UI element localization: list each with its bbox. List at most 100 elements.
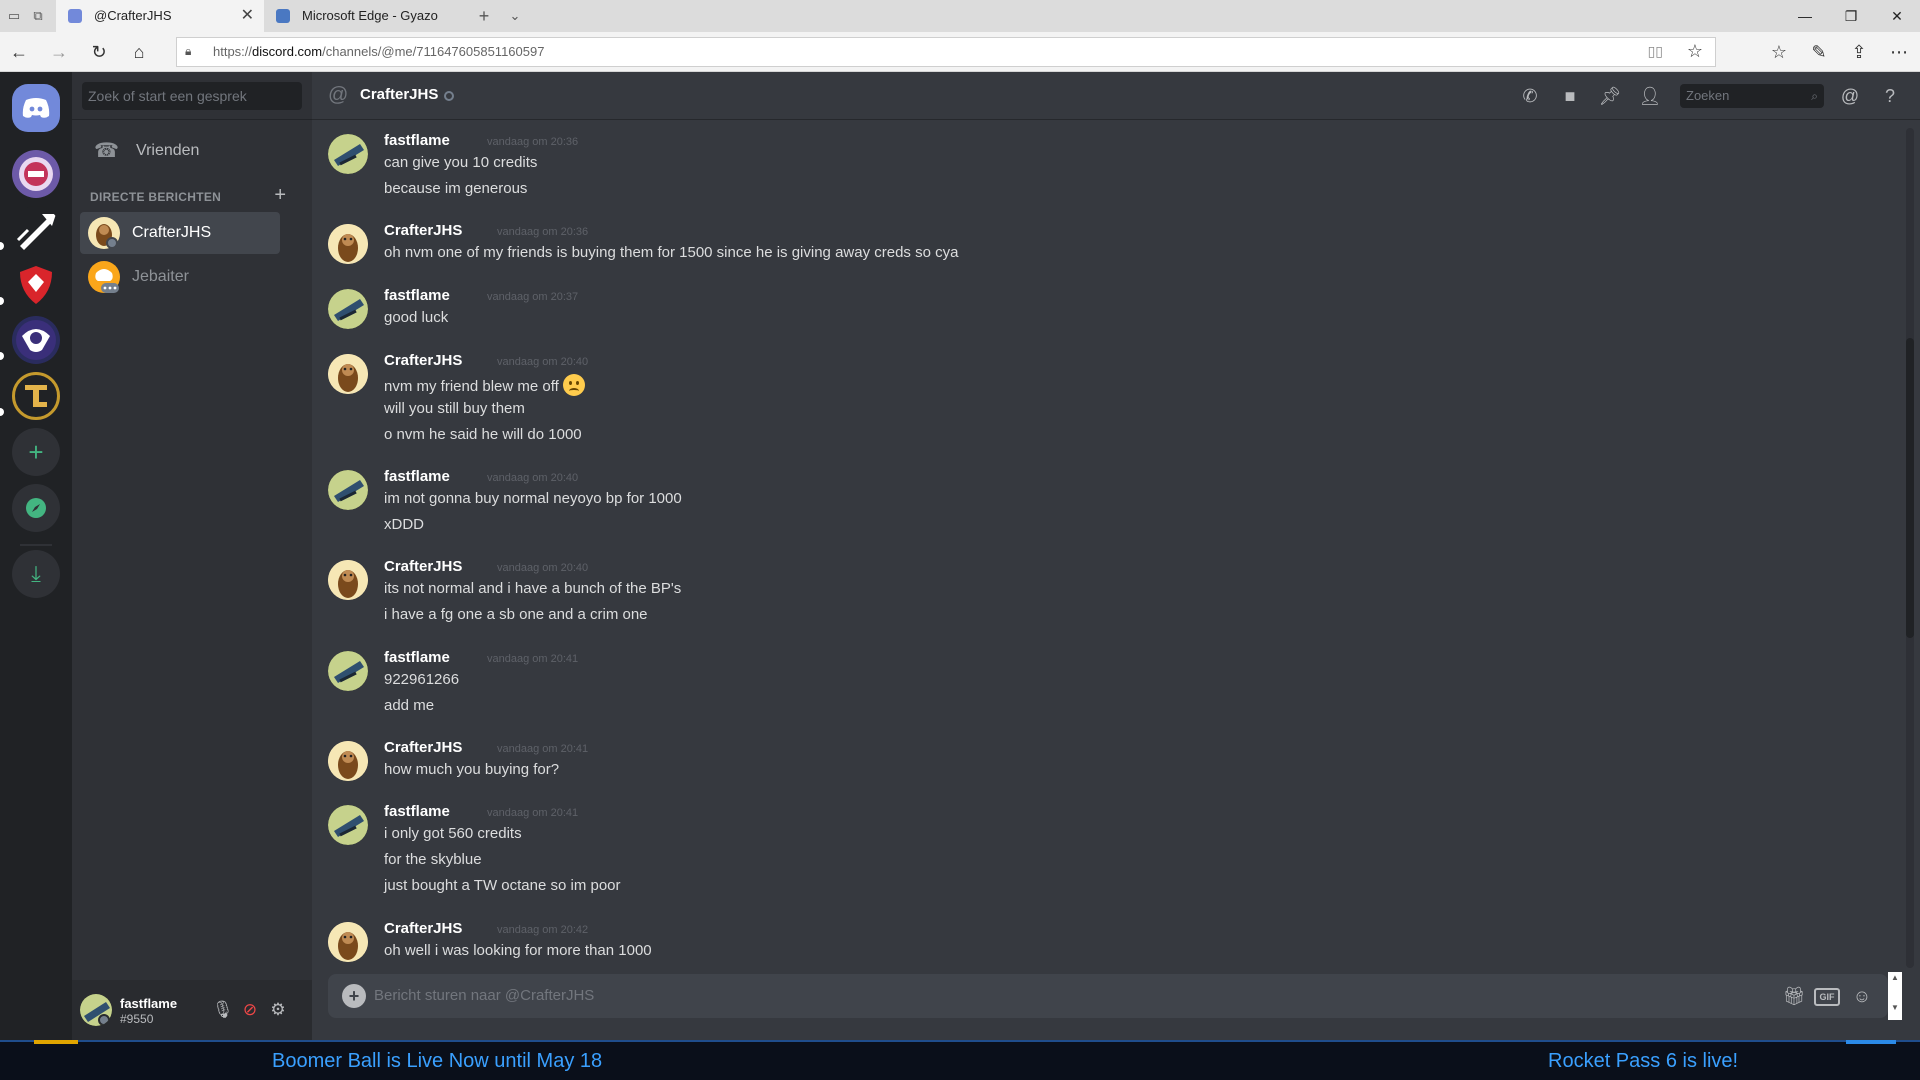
user-tag: #9550 [120, 1012, 154, 1026]
message-scrollbar[interactable] [1906, 128, 1914, 968]
emoji-picker-icon[interactable]: ☺ [1850, 984, 1874, 1008]
dm-search-input[interactable]: Zoek of start een gesprek [82, 82, 302, 110]
channel-search-input[interactable]: Zoeken ⌕ [1680, 84, 1824, 108]
tab-crafterjhs[interactable]: @CrafterJHS ✕ [56, 0, 264, 32]
message-author[interactable]: CrafterJHS [384, 739, 462, 756]
avatar[interactable] [328, 560, 368, 600]
friends-icon: ☎︎ [94, 140, 119, 162]
download-apps-button[interactable]: ⤓ [12, 550, 60, 598]
ad-left-text[interactable]: Boomer Ball is Live Now until May 18 [272, 1050, 602, 1073]
refresh-icon[interactable]: ↻ [88, 41, 110, 63]
avatar[interactable] [328, 470, 368, 510]
restore-icon[interactable]: ❐ [1828, 0, 1874, 32]
avatar[interactable] [80, 994, 112, 1026]
sad-face-emoji-icon [562, 374, 585, 396]
mute-microphone-icon[interactable]: 🎙︎ [212, 1000, 234, 1020]
deafen-headphones-icon[interactable]: ⊘ [240, 1000, 260, 1020]
gift-icon[interactable]: 🎁︎ [1782, 984, 1806, 1008]
guild-divider [20, 544, 52, 546]
message-author[interactable]: CrafterJHS [384, 352, 462, 369]
minimize-icon[interactable]: — [1782, 0, 1828, 32]
close-tab-icon[interactable]: ✕ [241, 0, 254, 32]
advertisement-banner[interactable]: Boomer Ball is Live Now until May 18 Roc… [0, 1040, 1920, 1080]
mentions-icon[interactable]: @ [1838, 84, 1862, 108]
help-icon[interactable]: ? [1878, 84, 1902, 108]
message-timestamp: vandaag om 20:41 [487, 807, 579, 819]
avatar[interactable] [328, 354, 368, 394]
message-timestamp: vandaag om 20:36 [497, 226, 589, 238]
tab-preview-chevron-icon[interactable]: ⌄ [505, 6, 525, 26]
message-author[interactable]: fastflame [384, 468, 450, 485]
address-bar[interactable]: 🔒︎ https://discord.com/channels/@me/7116… [176, 37, 1716, 67]
add-friends-to-dm-icon[interactable]: 👤︎ [1638, 84, 1662, 108]
message-timestamp: vandaag om 20:36 [487, 136, 579, 148]
scrollbar-thumb[interactable] [1906, 338, 1914, 638]
discord-home-button[interactable] [12, 84, 60, 132]
upload-plus-icon[interactable]: + [342, 984, 366, 1008]
avatar[interactable] [328, 922, 368, 962]
message-input-placeholder[interactable]: Bericht sturen naar @CrafterJHS [374, 974, 594, 1018]
server-list: + ⤓ [0, 72, 72, 1040]
pinned-messages-icon[interactable]: 📌︎ [1598, 84, 1622, 108]
discord-favicon-icon [68, 9, 82, 23]
web-note-icon[interactable]: ✎ [1808, 41, 1830, 63]
forward-icon[interactable]: → [48, 41, 70, 63]
set-aside-tabs-icon[interactable]: ▭ [4, 6, 24, 26]
message-text: xDDD [384, 516, 424, 533]
home-icon[interactable]: ⌂ [128, 41, 150, 63]
favorites-hub-icon[interactable]: ☆ [1768, 41, 1790, 63]
gif-button[interactable]: GIF [1814, 988, 1840, 1006]
server-icon-4[interactable] [12, 316, 60, 364]
start-voice-call-icon[interactable]: ✆ [1518, 84, 1542, 108]
new-tab-icon[interactable]: + [474, 6, 494, 26]
show-aside-tabs-icon[interactable]: ⧉ [28, 6, 48, 26]
dm-item-jebaiter[interactable]: Jebaiter [80, 256, 280, 298]
message-text: will you still buy them [384, 400, 525, 417]
message-text: o nvm he said he will do 1000 [384, 426, 582, 443]
server-icon-1[interactable] [12, 150, 60, 198]
create-dm-icon[interactable]: + [274, 184, 286, 207]
message-text: because im generous [384, 180, 528, 197]
chat-header: @ CrafterJHS ✆ ■ 📌︎ 👤︎ Zoeken ⌕ @ ? [312, 72, 1920, 120]
username: fastflame [120, 996, 178, 1011]
dm-sidebar: Zoek of start een gesprek ☎︎ Vrienden DI… [72, 72, 312, 1040]
back-icon[interactable]: ← [8, 41, 30, 63]
friends-nav-item[interactable]: ☎︎ Vrienden [80, 130, 304, 172]
message-author[interactable]: CrafterJHS [384, 558, 462, 575]
composer-scrollbar[interactable]: ▲ ▼ [1888, 972, 1902, 1020]
avatar[interactable] [328, 134, 368, 174]
favorite-star-icon[interactable]: ☆ [1687, 41, 1703, 62]
server-icon-3[interactable] [12, 260, 60, 308]
share-icon[interactable]: ⇪ [1848, 41, 1870, 63]
message-composer[interactable]: + Bericht sturen naar @CrafterJHS 🎁︎ GIF… [328, 974, 1888, 1018]
reading-view-icon[interactable]: ▯▯ [1648, 43, 1663, 60]
message-list: fastflame vandaag om 20:36 can give you 10… [312, 120, 1904, 980]
avatar[interactable] [328, 289, 368, 329]
chat-area: @ CrafterJHS ✆ ■ 📌︎ 👤︎ Zoeken ⌕ @ ? fast… [312, 72, 1920, 1040]
at-icon: @ [328, 84, 349, 106]
close-window-icon[interactable]: ✕ [1874, 0, 1920, 32]
more-menu-icon[interactable]: ⋯ [1888, 41, 1910, 63]
dm-item-crafterjhs[interactable]: CrafterJHS [80, 212, 280, 254]
avatar[interactable] [328, 741, 368, 781]
avatar[interactable] [328, 805, 368, 845]
start-video-call-icon[interactable]: ■ [1558, 84, 1582, 108]
friends-label: Vrienden [136, 142, 200, 159]
server-icon-2[interactable] [12, 206, 60, 254]
avatar[interactable] [328, 224, 368, 264]
message-author[interactable]: CrafterJHS [384, 920, 462, 937]
message-author[interactable]: CrafterJHS [384, 222, 462, 239]
server-icon-5[interactable] [12, 372, 60, 420]
add-server-button[interactable]: + [12, 428, 60, 476]
message-author[interactable]: fastflame [384, 132, 450, 149]
tab-gyazo[interactable]: Microsoft Edge - Gyazo [264, 0, 464, 32]
avatar [88, 261, 120, 293]
user-settings-gear-icon[interactable]: ⚙ [268, 1000, 288, 1020]
message-author[interactable]: fastflame [384, 649, 450, 666]
message-author[interactable]: fastflame [384, 803, 450, 820]
explore-servers-button[interactable] [12, 484, 60, 532]
message-author[interactable]: fastflame [384, 287, 450, 304]
dm-section-header: DIRECTE BERICHTEN [90, 190, 222, 204]
avatar[interactable] [328, 651, 368, 691]
ad-right-text[interactable]: Rocket Pass 6 is live! [1548, 1050, 1738, 1073]
